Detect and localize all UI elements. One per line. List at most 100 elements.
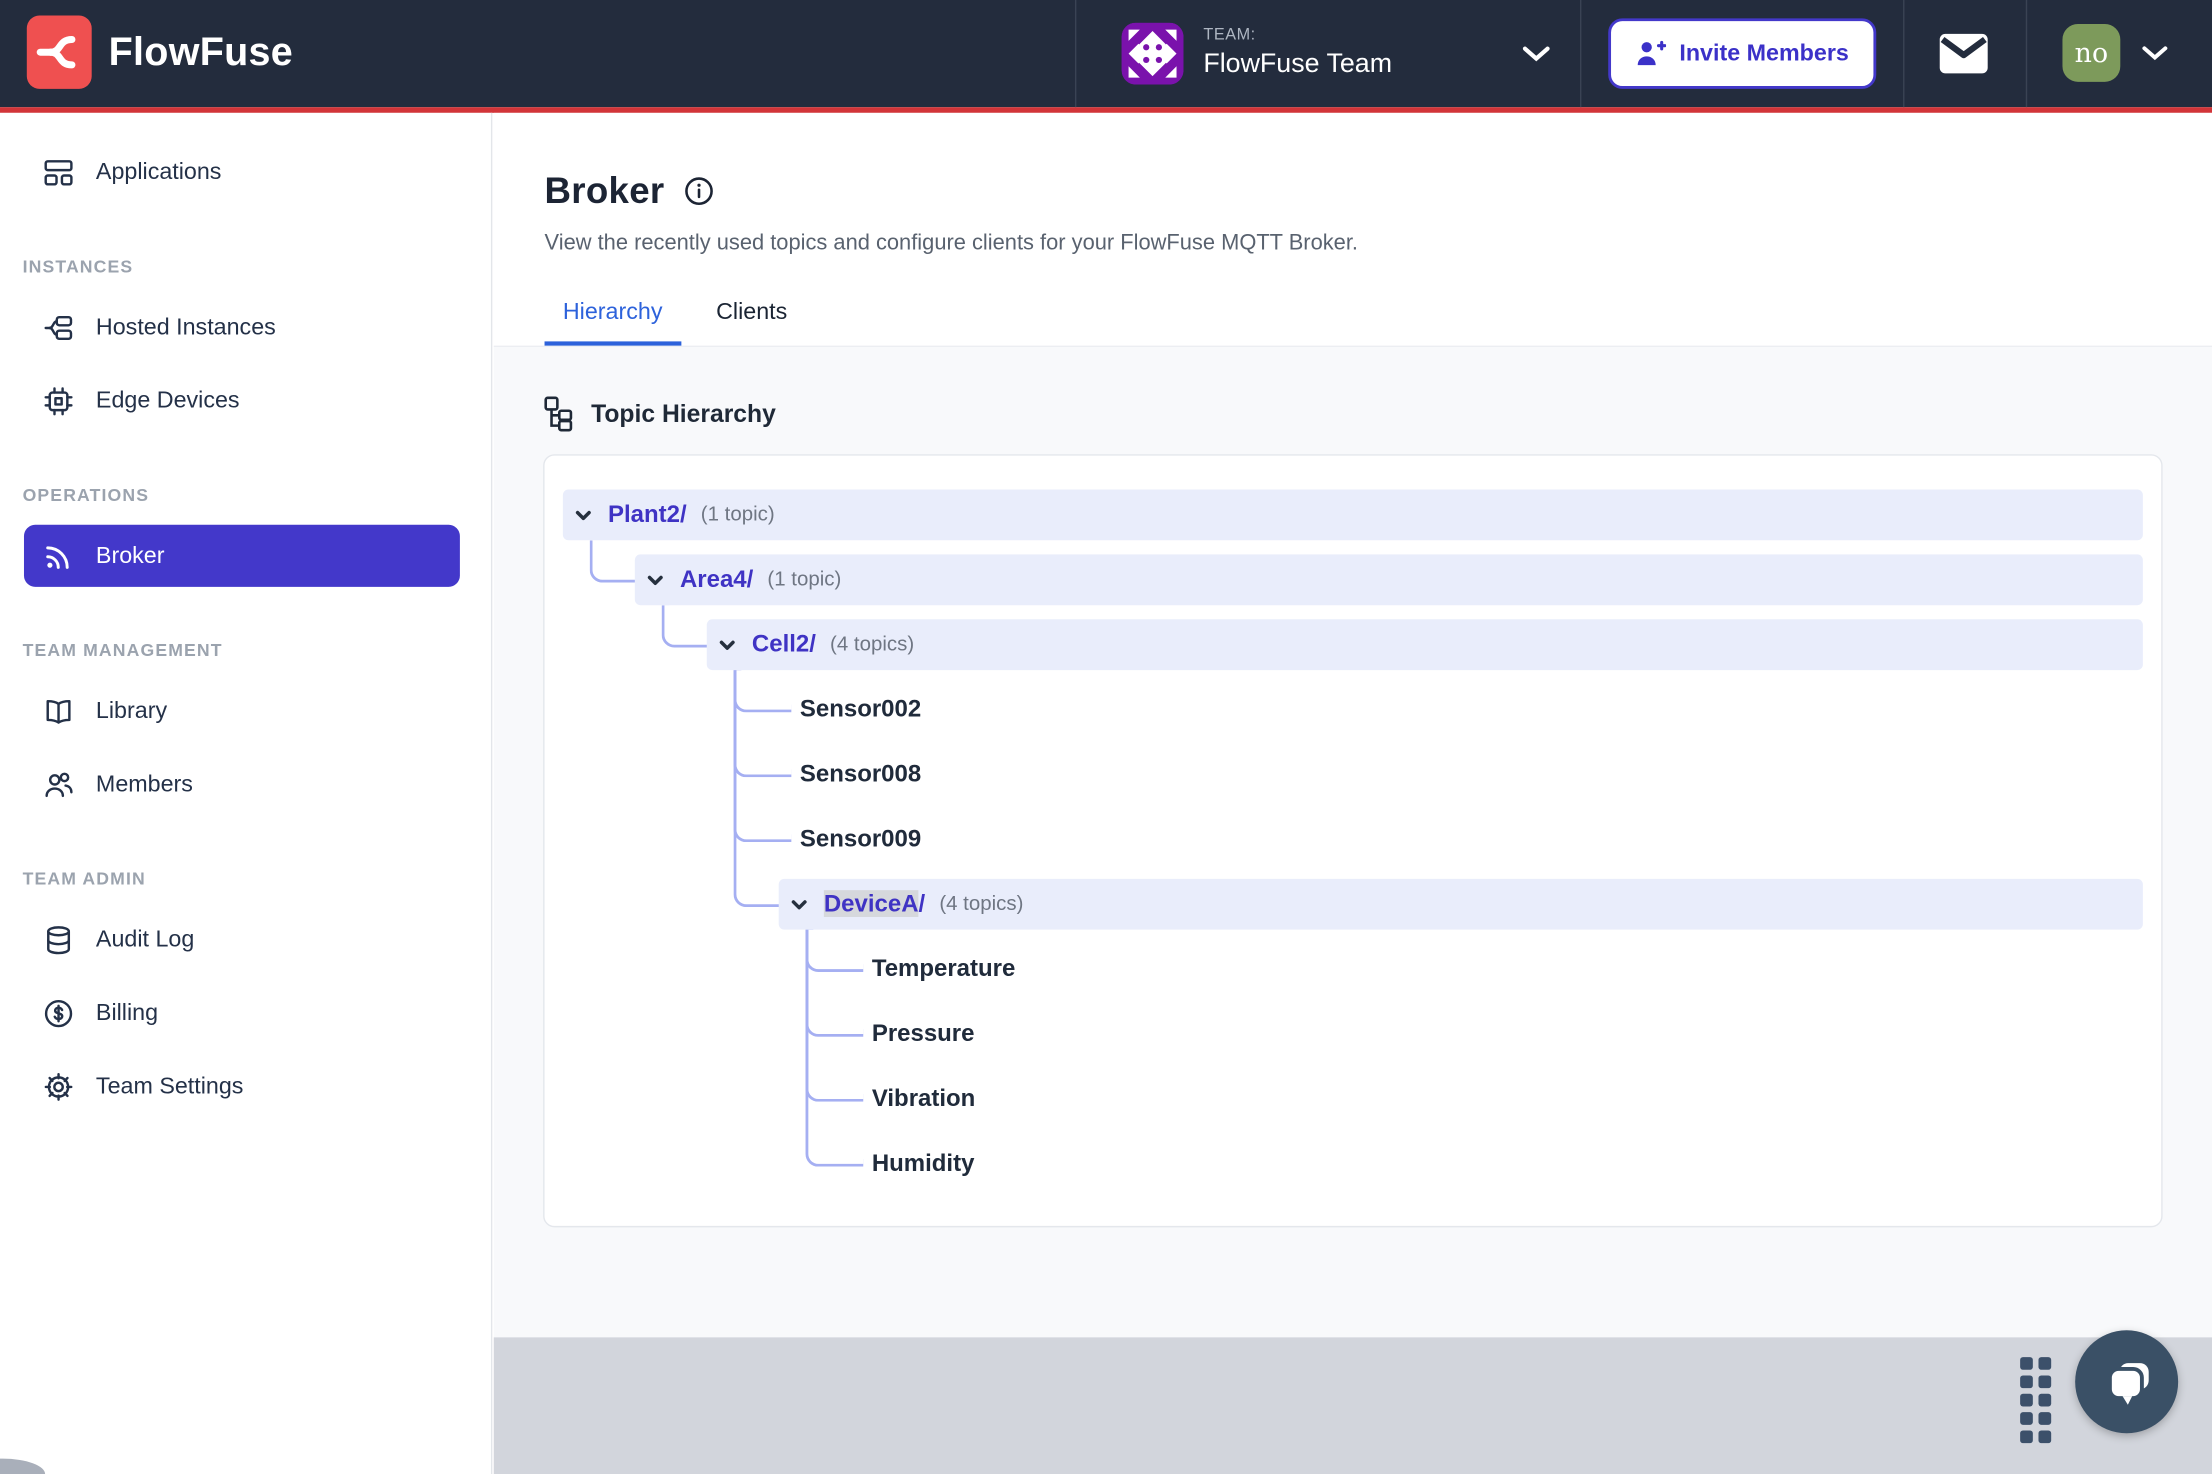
chat-button[interactable] [2075,1330,2179,1434]
topic-branch-highlight: Cell2/ (4 topics) [706,619,2143,671]
chevron-down-icon[interactable] [573,504,594,525]
sidebar-item-applications[interactable]: Applications [0,141,491,203]
sidebar-item-label: Team Settings [95,1072,244,1099]
invite-members-button[interactable]: Invite Members [1608,18,1877,89]
info-icon[interactable] [683,175,715,207]
topic-row-sensor008[interactable]: Sensor008 [563,749,2143,800]
topic-row-temperature[interactable]: Temperature [563,944,2143,995]
topic-branch-highlight: Area4/ (1 topic) [634,554,2143,606]
chevron-down-icon [1521,44,1552,64]
sidebar-item-hosted-instances[interactable]: Hosted Instances [0,296,491,358]
drag-dot [2038,1393,2052,1407]
brand-name: FlowFuse [108,29,294,74]
topic-tree: Plant2/ (1 topic) Area4/ (1 topic) Cell2/ (4 … [562,489,2143,1190]
tab-hierarchy[interactable]: Hierarchy [544,299,681,346]
nav-divider [2025,0,2028,108]
tab-bar: Hierarchy Clients [544,299,2162,346]
top-navbar: FlowFuse TEAM: FlowFuse Team Invite Memb… [0,0,2212,108]
topic-branch-highlight: DeviceA/ (4 topics) [778,878,2143,930]
sidebar-item-label: Broker [95,542,165,568]
sidebar-item-broker[interactable]: Broker [23,524,460,587]
notifications-button[interactable] [1934,28,1993,79]
chevron-down-icon [2140,44,2170,62]
sidebar-item-edge-devices[interactable]: Edge Devices [0,370,491,432]
audit-log-database-icon [42,923,74,955]
topic-label: Sensor002 [799,695,922,723]
chevron-down-icon[interactable] [645,569,666,590]
team-label: TEAM: [1203,27,1256,45]
sidebar-item-library[interactable]: Library [0,680,491,742]
topic-count: (1 topic) [700,503,775,527]
section-title: Topic Hierarchy [591,398,776,427]
nav-divider [1903,0,1905,108]
tab-clients[interactable]: Clients [698,299,806,346]
drag-dot [2020,1357,2033,1370]
sidebar-section-label: TEAM ADMIN [22,868,146,889]
topic-label: Humidity [871,1149,975,1177]
topic-label: Temperature [871,955,1016,982]
topic-label: Vibration [871,1084,976,1112]
sidebar-item-label: Members [95,770,193,797]
topic-label: Pressure [871,1019,975,1047]
team-selector[interactable]: TEAM: FlowFuse Team [1074,0,1582,108]
brand[interactable]: FlowFuse [26,15,294,89]
sidebar-item-members[interactable]: Members [0,753,491,815]
team-avatar-identicon [1121,22,1184,85]
drag-dot [2020,1430,2033,1444]
main-area: Broker View the recently used topics and… [493,112,2212,1474]
topic-label: Area4/ [679,565,754,593]
drag-dot [2038,1375,2052,1389]
topic-hierarchy-card: Plant2/ (1 topic) Area4/ (1 topic) Cell2/ (4 … [543,454,2163,1228]
topic-row-plant2[interactable]: Plant2/ (1 topic) [562,489,2143,541]
page-description: View the recently used topics and config… [544,231,1359,256]
billing-dollar-icon [42,997,74,1029]
content-area: Topic Hierarchy Plant2/ (1 topic) Area4/ (1… [493,347,2212,1338]
topic-row-humidity[interactable]: Humidity [563,1138,2143,1189]
sidebar-item-label: Hosted Instances [95,313,276,340]
sidebar-section-label: INSTANCES [22,256,134,277]
hierarchy-tree-icon [543,395,574,432]
topic-row-area4[interactable]: Area4/ (1 topic) [563,554,2143,606]
user-avatar: no [2062,23,2121,82]
bottom-band [493,1330,2212,1474]
topic-label: DeviceA/ [823,890,926,917]
sidebar-item-label: Billing [95,999,159,1025]
topic-row-sensor009[interactable]: Sensor009 [563,814,2143,865]
page-header: Broker View the recently used topics and… [493,112,2212,348]
applications-icon [42,156,74,188]
sidebar-item-audit-log[interactable]: Audit Log [0,908,491,970]
drag-dot [2020,1412,2033,1425]
flowfuse-logo-icon [26,15,92,89]
sidebar: Applications INSTANCES Hosted Instances Edg… [0,112,493,1474]
topic-row-devicea[interactable]: DeviceA/ (4 topics) [563,878,2143,930]
drag-dot [2038,1412,2052,1425]
chevron-down-icon[interactable] [717,634,738,655]
topic-count: (4 topics) [830,633,915,656]
topic-label: Plant2/ [608,500,687,528]
invite-members-label: Invite Members [1679,40,1849,66]
topic-row-cell2[interactable]: Cell2/ (4 topics) [563,619,2143,671]
members-users-icon [42,768,74,800]
topic-row-pressure[interactable]: Pressure [563,1009,2143,1060]
sidebar-item-billing[interactable]: Billing [0,982,491,1044]
settings-gear-icon [42,1070,74,1102]
app: FlowFuse TEAM: FlowFuse Team Invite Memb… [0,0,2212,1474]
user-menu[interactable]: no [2062,23,2170,82]
library-book-icon [42,695,74,727]
topic-row-sensor002[interactable]: Sensor002 [563,684,2143,735]
chat-bubble-icon [2096,1351,2158,1413]
sidebar-item-team-settings[interactable]: Team Settings [0,1055,491,1117]
sidebar-item-label: Library [95,697,168,723]
topic-row-vibration[interactable]: Vibration [563,1074,2143,1125]
hosted-instances-icon [42,311,74,343]
chevron-down-icon[interactable] [789,894,810,915]
page-title: Broker [544,169,665,212]
topic-count: (1 topic) [767,568,842,592]
topic-label: Cell2/ [751,630,816,658]
drag-handle[interactable] [2020,1357,2052,1444]
topic-count: (4 topics) [939,892,1024,916]
sidebar-item-label: Edge Devices [95,387,240,413]
